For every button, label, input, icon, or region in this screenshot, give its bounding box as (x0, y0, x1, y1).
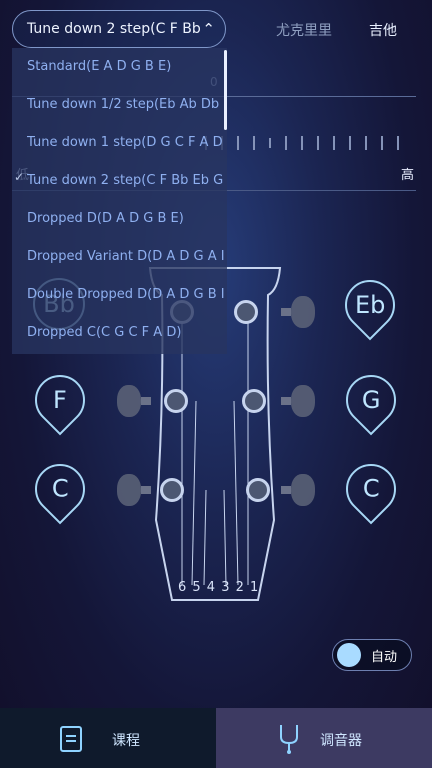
tuning-dropdown[interactable]: Tune down 2 step(C F Bb ⌃ (12, 10, 226, 48)
tab-guitar[interactable]: 吉他 (369, 20, 397, 40)
tuning-option-dropped-d[interactable]: Dropped D(D A D G B E) (27, 200, 225, 238)
tuner-knob-right-2 (291, 385, 315, 417)
checkmark-icon: ✓ (14, 170, 25, 184)
tuning-option-dropped-c[interactable]: Dropped C(C G C F A D) (27, 314, 225, 352)
string-button-c-right-label: C (362, 475, 380, 504)
string-button-f[interactable]: F (24, 364, 96, 436)
high-label: 高 (401, 168, 415, 183)
tuner-stub-right-1 (281, 308, 291, 316)
nav-tab-tuner[interactable]: 调音器 (216, 708, 432, 768)
tuning-option-double-dropped-d[interactable]: Double Dropped D(D A D G B I (27, 276, 225, 314)
tuning-post-1 (160, 478, 184, 502)
auto-toggle-knob (337, 643, 361, 667)
tuning-dropdown-menu[interactable]: Standard(E A D G B E) Tune down 1/2 step… (12, 48, 227, 354)
tuning-fork-icon (280, 725, 298, 754)
tab-ukulele[interactable]: 尤克里里 (276, 20, 332, 40)
tuner-stub-right-3 (281, 486, 291, 494)
string-button-f-label: F (53, 386, 67, 414)
tuning-post-2 (164, 389, 188, 413)
string-button-eb[interactable]: Eb (334, 269, 406, 341)
meter-ticks (205, 136, 399, 150)
nav-tuner-label: 调音器 (320, 733, 362, 749)
string-button-c-left-label: C (51, 475, 69, 504)
chevron-up-icon: ⌃ (202, 20, 215, 38)
tuning-post-5 (242, 389, 266, 413)
tuner-knob-left-3 (117, 474, 141, 506)
tuner-stub-left-3 (141, 486, 151, 494)
tuning-option-half-step-down[interactable]: Tune down 1/2 step(Eb Ab Db (27, 86, 225, 124)
nav-tab-lessons[interactable]: 课程 (0, 708, 216, 768)
tuning-option-two-step-down[interactable]: Tune down 2 step(C F Bb Eb G (27, 162, 225, 200)
dropdown-scrollbar[interactable] (224, 50, 227, 130)
tuner-knob-left-2 (117, 385, 141, 417)
book-icon (60, 726, 82, 752)
tuning-post-6 (246, 478, 270, 502)
tuning-option-one-step-down[interactable]: Tune down 1 step(D G C F A D (27, 124, 225, 162)
tuning-post-4 (234, 300, 258, 324)
string-button-c-right[interactable]: C (335, 453, 407, 525)
tuner-stub-left-2 (141, 397, 151, 405)
tuner-stub-right-2 (281, 397, 291, 405)
string-button-g[interactable]: G (335, 364, 407, 436)
tuning-selected-label: Tune down 2 step(C F Bb (27, 21, 201, 37)
auto-toggle[interactable]: 自动 (332, 639, 412, 671)
tuning-option-dropped-variant-d[interactable]: Dropped Variant D(D A D G A I (27, 238, 225, 276)
auto-toggle-label: 自动 (371, 649, 398, 665)
string-button-eb-label: Eb (354, 291, 386, 319)
string-button-c-left[interactable]: C (24, 453, 96, 525)
tuner-knob-right-3 (291, 474, 315, 506)
string-numbers: 6 5 4 3 2 1 (178, 580, 260, 595)
string-button-g-label: G (361, 386, 381, 415)
tuner-knob-right-1 (291, 296, 315, 328)
bottom-nav: 课程 调音器 (0, 708, 432, 768)
nav-lessons-label: 课程 (112, 733, 140, 749)
tuning-option-standard[interactable]: Standard(E A D G B E) (27, 48, 225, 86)
